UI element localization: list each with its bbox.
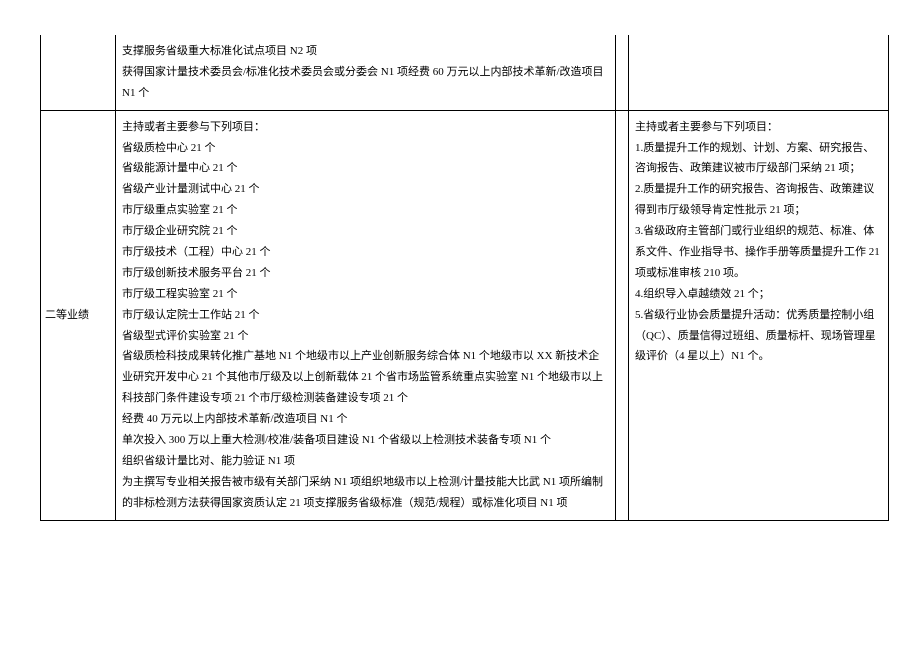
left-line: 单次投入 300 万以上重大检测/校准/装备项目建设 N1 个省级以上检测技术装… [122,430,609,451]
right-line: 主持或者主要参与下列项目： [635,117,882,138]
left-line: 经费 40 万元以上内部技术革新/改造项目 N1 个 [122,409,609,430]
left-line: 为主撰写专业相关报告被市级有关部门采纳 N1 项组织地级市以上检测/计量技能大比… [122,472,609,514]
left-line: 省级型式评价实验室 21 个 [122,326,609,347]
top-row: 支撑服务省级重大标准化试点项目 N2 项 获得国家计量技术委员会/标准化技术委员… [41,35,889,110]
left-line: 主持或者主要参与下列项目： [122,117,609,138]
top-right-cell [629,35,889,110]
right-content-cell: 主持或者主要参与下列项目： 1.质量提升工作的规划、计划、方案、研究报告、咨询报… [629,110,889,520]
top-line-2: 获得国家计量技术委员会/标准化技术委员会或分委会 N1 项经费 60 万元以上内… [122,62,609,104]
top-line-1: 支撑服务省级重大标准化试点项目 N2 项 [122,41,609,62]
left-content-cell: 主持或者主要参与下列项目： 省级质检中心 21 个 省级能源计量中心 21 个 … [116,110,616,520]
left-line: 市厅级技术（工程）中心 21 个 [122,242,609,263]
left-line: 省级产业计量测试中心 21 个 [122,179,609,200]
left-line: 组织省级计量比对、能力验证 N1 项 [122,451,609,472]
right-line: 4.组织导入卓越绩效 21 个； [635,284,882,305]
document-table: 支撑服务省级重大标准化试点项目 N2 项 获得国家计量技术委员会/标准化技术委员… [40,35,889,521]
right-line: 1.质量提升工作的规划、计划、方案、研究报告、咨询报告、政策建议被市厅级部门采纳… [635,138,882,180]
left-line: 省级质检中心 21 个 [122,138,609,159]
left-line: 市厅级创新技术服务平台 21 个 [122,263,609,284]
empty-cell [616,110,629,520]
label-cell: 二等业绩 [41,110,116,520]
left-line: 市厅级企业研究院 21 个 [122,221,609,242]
right-line: 5.省级行业协会质量提升活动：优秀质量控制小组（QC）、质量信得过班组、质量标杆… [635,305,882,368]
left-line: 市厅级重点实验室 21 个 [122,200,609,221]
right-line: 2.质量提升工作的研究报告、咨询报告、政策建议得到市厅级领导肯定性批示 21 项… [635,179,882,221]
top-main-cell: 支撑服务省级重大标准化试点项目 N2 项 获得国家计量技术委员会/标准化技术委员… [116,35,616,110]
right-line: 3.省级政府主管部门或行业组织的规范、标准、体系文件、作业指导书、操作手册等质量… [635,221,882,284]
row-label: 二等业绩 [45,309,89,321]
main-row: 二等业绩 主持或者主要参与下列项目： 省级质检中心 21 个 省级能源计量中心 … [41,110,889,520]
top-empty-cell [616,35,629,110]
left-line: 省级质检科技成果转化推广基地 N1 个地级市以上产业创新服务综合体 N1 个地级… [122,346,609,409]
left-line: 省级能源计量中心 21 个 [122,158,609,179]
left-line: 市厅级工程实验室 21 个 [122,284,609,305]
top-label-cell [41,35,116,110]
left-line: 市厅级认定院士工作站 21 个 [122,305,609,326]
